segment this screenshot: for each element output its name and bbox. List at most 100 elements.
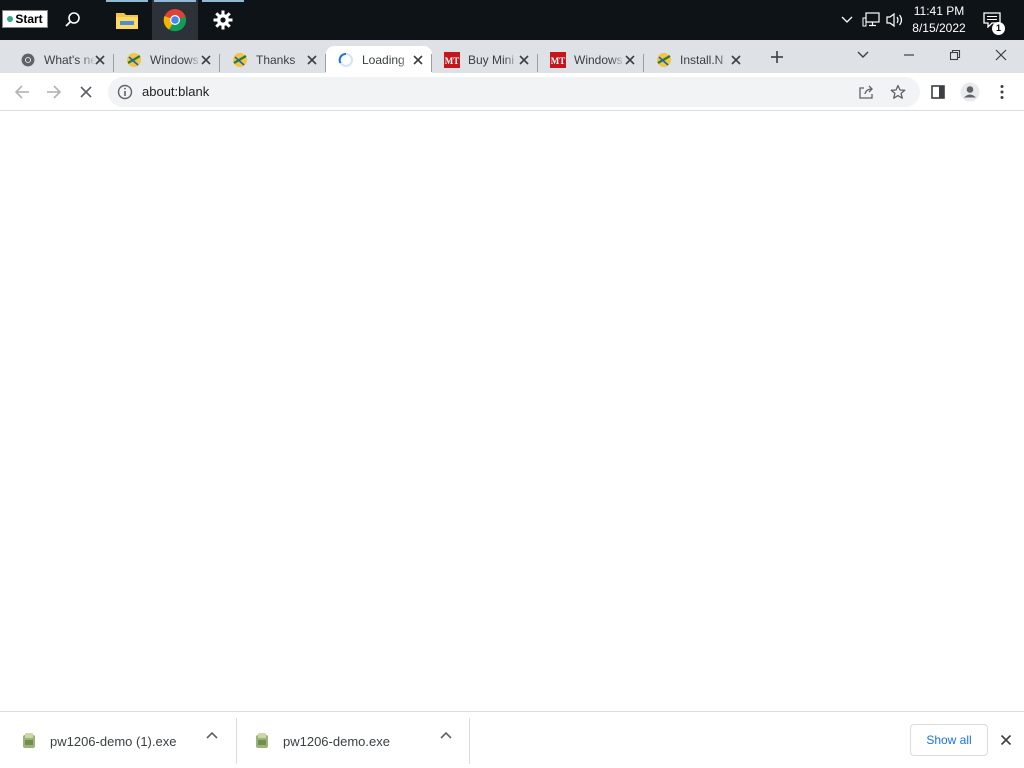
download-divider bbox=[236, 718, 237, 764]
volume-icon bbox=[886, 12, 903, 28]
tab-5[interactable]: MT Buy Mini bbox=[432, 46, 538, 73]
taskbar-clock[interactable]: 11:41 PM 8/15/2022 bbox=[906, 3, 972, 37]
avatar-icon bbox=[960, 82, 980, 102]
tab-close-button[interactable] bbox=[304, 52, 320, 68]
chevron-up-icon bbox=[206, 731, 218, 739]
tab-title: Windows bbox=[574, 52, 623, 67]
notification-count-badge: 1 bbox=[992, 22, 1005, 35]
screen: Start 11:41 PM 8/15/2022 1 What's ne Win… bbox=[0, 0, 1024, 768]
network-button[interactable] bbox=[860, 0, 882, 40]
download-options-button-2[interactable] bbox=[435, 724, 457, 746]
tab-3[interactable]: Thanks bbox=[220, 46, 326, 73]
pwa-icon bbox=[126, 52, 142, 68]
loading-spinner-icon bbox=[338, 52, 354, 68]
installer-file-icon bbox=[253, 731, 271, 751]
tab-separator bbox=[537, 54, 538, 72]
close-icon bbox=[307, 55, 317, 65]
clock-date: 8/15/2022 bbox=[912, 21, 966, 35]
tab-close-button[interactable] bbox=[198, 52, 214, 68]
back-button[interactable] bbox=[8, 78, 36, 106]
volume-button[interactable] bbox=[884, 0, 906, 40]
plus-icon bbox=[771, 51, 783, 63]
restore-button[interactable] bbox=[932, 40, 978, 70]
profile-button[interactable] bbox=[956, 78, 984, 106]
close-icon bbox=[1000, 734, 1012, 746]
close-icon bbox=[995, 49, 1007, 61]
chrome-icon bbox=[163, 9, 187, 32]
tray-overflow-button[interactable] bbox=[838, 0, 856, 40]
close-icon bbox=[80, 86, 92, 98]
network-icon bbox=[862, 12, 880, 27]
share-button[interactable] bbox=[854, 81, 878, 103]
tab-search-button[interactable] bbox=[840, 40, 886, 70]
settings-taskbar-button[interactable] bbox=[200, 0, 246, 40]
tab-close-button[interactable] bbox=[410, 52, 426, 68]
browser-menu-button[interactable] bbox=[988, 78, 1016, 106]
mt-logo-icon: MT bbox=[444, 51, 460, 68]
mt-logo-icon: MT bbox=[550, 51, 566, 68]
tab-title: Windows bbox=[150, 52, 199, 67]
download-item-2[interactable]: pw1206-demo.exe bbox=[253, 718, 443, 764]
window-close-button[interactable] bbox=[978, 40, 1024, 70]
search-button[interactable] bbox=[50, 0, 96, 40]
tab-1[interactable]: What's new bbox=[8, 46, 114, 73]
start-button[interactable]: Start bbox=[2, 10, 48, 28]
chevron-up-icon bbox=[841, 16, 853, 23]
minimize-icon bbox=[904, 54, 914, 56]
arrow-right-icon bbox=[47, 85, 62, 99]
download-options-button-1[interactable] bbox=[201, 724, 223, 746]
download-filename: pw1206-demo (1).exe bbox=[50, 733, 177, 749]
tab-close-button[interactable] bbox=[728, 52, 744, 68]
side-panel-icon bbox=[931, 85, 945, 99]
download-item-1[interactable]: pw1206-demo (1).exe bbox=[20, 718, 210, 764]
close-icon bbox=[519, 55, 529, 65]
forward-button[interactable] bbox=[40, 78, 68, 106]
tab-7[interactable]: Install.N bbox=[644, 46, 750, 73]
chrome-taskbar-button[interactable] bbox=[152, 0, 198, 40]
new-tab-button[interactable] bbox=[765, 45, 789, 69]
download-divider bbox=[469, 718, 470, 764]
search-icon bbox=[65, 12, 80, 27]
tab-close-button[interactable] bbox=[516, 52, 532, 68]
minimize-button[interactable] bbox=[886, 40, 932, 70]
start-orb-icon bbox=[7, 16, 14, 22]
restore-icon bbox=[949, 49, 961, 61]
tab-close-button[interactable] bbox=[92, 52, 108, 68]
tab-separator bbox=[325, 54, 326, 72]
tab-6[interactable]: MT Windows bbox=[538, 46, 644, 73]
tab-separator bbox=[643, 54, 644, 72]
close-icon bbox=[201, 55, 211, 65]
tab-separator bbox=[431, 54, 432, 72]
chrome-icon bbox=[20, 52, 36, 68]
tab-2[interactable]: Windows bbox=[114, 46, 220, 73]
side-panel-button[interactable] bbox=[924, 78, 952, 106]
pwa-icon bbox=[656, 52, 672, 68]
tab-separator bbox=[219, 54, 220, 72]
address-bar[interactable]: about:blank bbox=[108, 77, 920, 107]
download-shelf: pw1206-demo (1).exe pw1206-demo.exe Show… bbox=[0, 711, 1024, 768]
pwa-icon bbox=[232, 52, 248, 68]
settings-icon bbox=[213, 10, 233, 30]
close-download-shelf-button[interactable] bbox=[996, 730, 1016, 750]
svg-text:MT: MT bbox=[445, 56, 460, 66]
clock-time: 11:41 PM bbox=[913, 4, 965, 18]
address-text[interactable]: about:blank bbox=[142, 84, 209, 99]
tab-separator bbox=[113, 54, 114, 72]
bookmark-button[interactable] bbox=[886, 81, 910, 103]
show-all-downloads-button[interactable]: Show all bbox=[910, 724, 988, 756]
close-icon bbox=[731, 55, 741, 65]
close-icon bbox=[413, 55, 423, 65]
arrow-left-icon bbox=[14, 85, 29, 99]
stop-loading-button[interactable] bbox=[72, 78, 100, 106]
info-icon bbox=[117, 84, 133, 100]
tab-title: Buy Mini bbox=[468, 52, 515, 67]
tab-4[interactable]: Loading bbox=[326, 46, 432, 73]
tab-close-button[interactable] bbox=[622, 52, 638, 68]
browser-toolbar: about:blank bbox=[0, 73, 1024, 111]
tab-title: Thanks bbox=[256, 52, 296, 67]
page-content[interactable] bbox=[0, 111, 1024, 711]
site-info-button[interactable] bbox=[116, 83, 134, 101]
file-explorer-button[interactable] bbox=[104, 0, 150, 40]
star-icon bbox=[890, 84, 906, 99]
close-icon bbox=[95, 55, 105, 65]
